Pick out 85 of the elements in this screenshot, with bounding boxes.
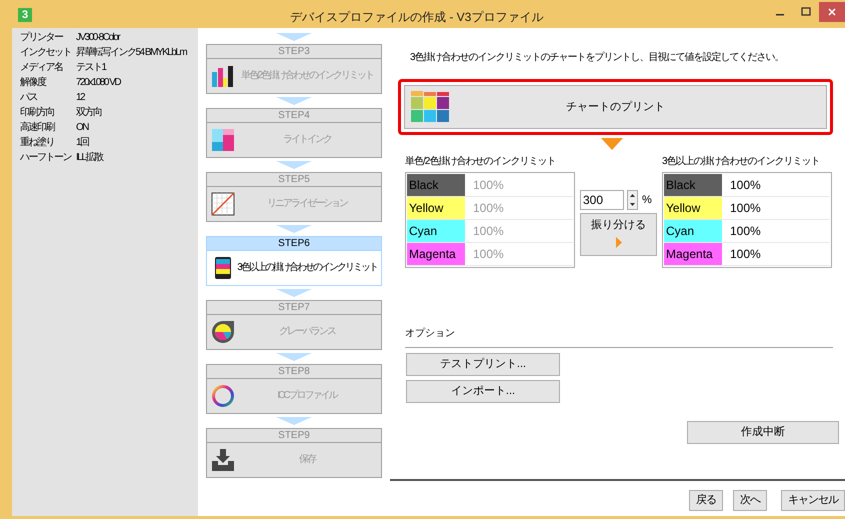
info-value: 昇華転写インク54 BMYKLbLm [76,46,186,60]
info-label: メディア名 [20,61,64,75]
info-label: インクセット [20,46,72,60]
spinner[interactable] [627,190,638,210]
bar-chart-icon [211,64,235,88]
ink-name-cell: Black [407,174,465,196]
info-label: ハーフトーン [20,151,72,165]
print-chart-button[interactable]: チャートのプリント [404,85,827,129]
step-label: ICCプロファイル [276,390,338,402]
ink-name-cell: Magenta [407,243,465,265]
download-tray-icon [211,448,235,472]
ink-value-cell-text: 100% [472,177,505,194]
color-ring-icon [211,384,235,408]
down-arrow-icon [600,138,622,150]
step-label: グレーバランス [278,326,336,338]
down-arrow-icon [276,225,312,233]
step-label: 単色/2色掛け合わせのインクリミット [240,70,374,82]
info-value: テスト1 [76,61,106,75]
nav-button[interactable]: 次へ [733,490,767,511]
ink-name-cell: Yellow [664,197,722,219]
ink-name-cell: Black [664,174,722,196]
ink-value-cell-text: 100% [729,200,762,217]
ink-name-cell: Cyan [664,220,722,242]
step-label: リニアライゼーション [266,198,348,210]
table-heading: 3色以上の掛け合わせのインクリミット [662,154,821,169]
step-label: ライトインク [282,134,332,146]
step-number: STEP9 [207,429,381,443]
down-arrow-icon [276,353,312,361]
ink-value-cell-text: 100% [729,223,762,240]
grid-curve-icon [211,192,235,216]
close-icon[interactable] [819,2,845,22]
window-title: デバイスプロファイルの作成 - V3プロファイル [290,9,544,26]
option-button[interactable]: インポート... [406,380,560,403]
percent-unit: % [642,192,652,208]
down-arrow-icon [276,417,312,425]
info-value: JV300-8Color [76,31,120,45]
step-card[interactable]: STEP6 3色以上の掛け合わせのインクリミット [206,236,382,286]
info-value: 12 [76,91,84,105]
info-value: 双方向 [76,106,102,120]
step-number: STEP8 [207,365,381,379]
step-number: STEP6 [207,237,381,251]
ink-name-cell: Cyan [407,220,465,242]
info-label: 解像度 [20,76,47,90]
options-label: オプション [405,326,456,341]
info-label: プリンター [20,30,64,45]
down-arrow-icon [630,203,635,206]
ink-name-cell: Yellow [407,197,465,219]
color-chart-icon [411,91,449,123]
ink-value-cell-text: 100% [729,177,762,194]
color-blocks-icon [211,128,235,152]
abort-button[interactable]: 作成中断 [687,421,839,444]
total-limit-field[interactable]: 300 [580,190,624,210]
ink-name-cell: Magenta [664,243,722,265]
ink-value-cell-text: 100% [472,246,505,263]
info-value: 720x1080 VD [76,76,120,90]
app-icon: 3 [18,8,32,22]
info-label: 印刷方向 [20,106,55,120]
info-label: パス [20,91,38,105]
step-number: STEP3 [207,45,381,59]
step-label: 3色以上の掛け合わせのインクリミット [237,262,377,274]
down-arrow-icon [276,161,312,169]
ink-value-cell-text: 100% [729,246,762,263]
info-value: ON [76,121,88,135]
color-wheel-icon [211,320,235,344]
down-arrow-icon [276,97,312,105]
info-label: 高速印刷 [20,120,56,135]
table-heading: 単色/2色掛け合わせのインクリミット [405,154,556,169]
up-arrow-icon [630,194,635,197]
instruction-text: 3色掛け合わせのインクリミットのチャートをプリントし、目視にて値を設定してください。 [410,50,785,65]
step-number: STEP5 [207,173,381,187]
step-label: 保存 [298,454,316,466]
ink-value-cell-text: 100% [472,200,505,217]
info-value: 1回 [76,136,89,150]
nav-button[interactable]: キャンセル [781,490,845,511]
ink-value-cell-text: 100% [472,223,505,240]
distribute-button[interactable]: 振り分ける [580,213,657,256]
down-arrow-icon [276,289,312,297]
nav-button[interactable]: 戻る [689,490,723,511]
step-number: STEP7 [207,301,381,315]
info-value: ILL拡散 [76,150,102,165]
info-label: 重ね塗り [20,136,55,150]
down-arrow-icon [276,33,312,41]
play-arrow-icon [616,236,622,248]
option-button[interactable]: テストプリント... [406,353,560,376]
step-number: STEP4 [207,109,381,123]
